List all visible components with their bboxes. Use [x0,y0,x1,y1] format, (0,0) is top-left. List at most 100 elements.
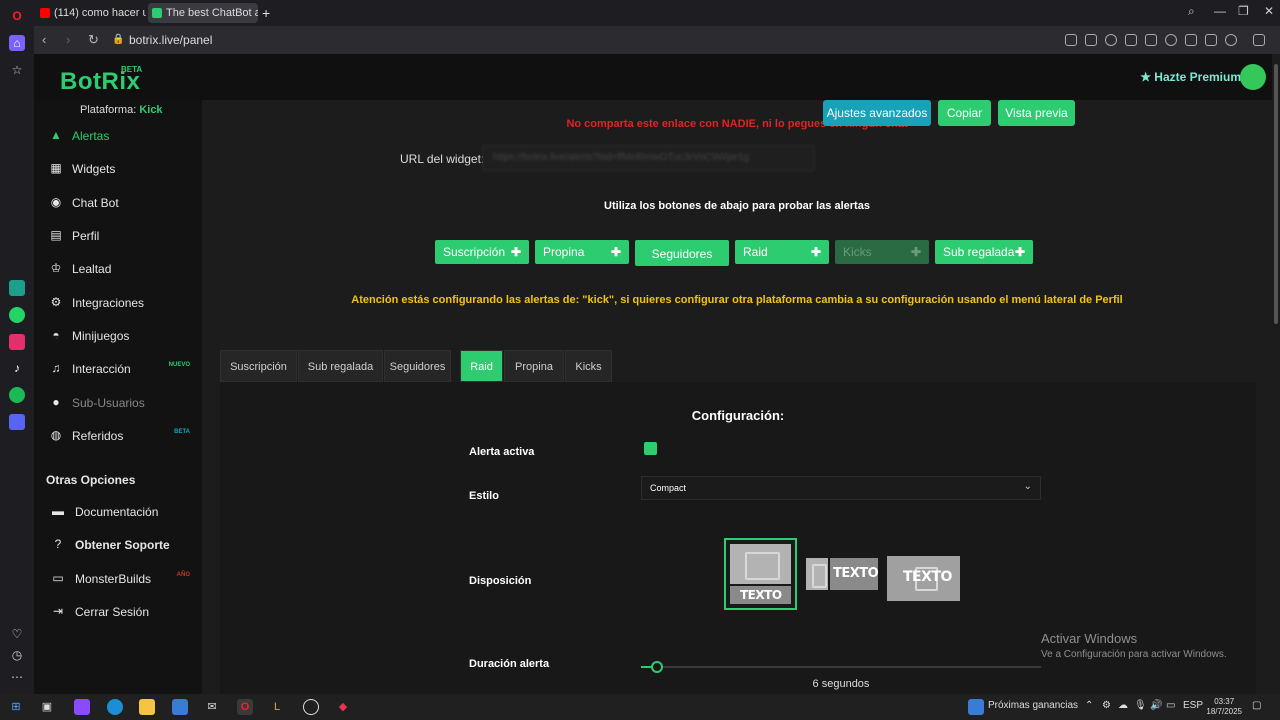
back-icon[interactable]: ‹ [42,32,46,47]
close-button[interactable]: ✕ [1264,4,1274,18]
sidebar-item-alertas[interactable]: ▲ Alertas [34,122,202,150]
maximize-button[interactable]: ❐ [1238,4,1249,18]
heart-outline-icon[interactable] [1165,34,1177,46]
copy-button[interactable]: Copiar [938,100,991,126]
heart-icon[interactable]: ♡ [9,626,25,642]
test-raid-button[interactable]: Raid ✚ [735,240,829,264]
sidebar-item-perfil[interactable]: ▤ Perfil [34,222,202,250]
opera-logo-icon[interactable]: O [9,8,25,24]
tab-youtube[interactable]: (114) como hacer un boo [36,3,146,23]
home-icon[interactable]: ⌂ [9,35,25,51]
duration-slider[interactable] [641,661,1041,673]
camera-icon[interactable] [1085,34,1097,46]
file-explorer-icon[interactable] [139,699,155,715]
star-icon[interactable]: ☆ [9,62,25,78]
style-select[interactable]: Compact ⌄ [641,476,1041,500]
tab-sub-regalada[interactable]: Sub regalada [298,350,383,382]
tab-seguidores[interactable]: Seguidores [384,350,451,382]
notifications-icon[interactable]: ▢ [1252,700,1261,711]
sidebar-item-integraciones[interactable]: ⚙ Integraciones [34,289,202,317]
alert-active-checkbox[interactable] [644,442,657,455]
premium-button[interactable]: ★ Hazte Premium [1140,70,1241,84]
sidebar-item-lealtad[interactable]: ♔ Lealtad [34,255,202,283]
store-icon[interactable] [172,699,188,715]
edge-icon[interactable] [107,699,123,715]
other-item-obtener-soporte[interactable]: ? Obtener Soporte [34,531,202,559]
system-clock[interactable]: 03:37 18/7/2025 [1206,697,1242,717]
url-input[interactable]: botrix.live/panel [129,33,212,47]
sidebar-item-referidos[interactable]: ◍ Referidos BETA [34,422,202,450]
test-suscripción-button[interactable]: Suscripción ✚ [435,240,529,264]
tab-propina[interactable]: Propina [504,350,564,382]
tray-network-icon[interactable]: ▭ [1166,700,1175,711]
reload-icon[interactable]: ↻ [88,32,99,48]
layout-option-overlay[interactable]: TEXTO [887,556,960,601]
instagram-icon[interactable] [9,334,25,350]
layout-option-side[interactable]: TEXTO [806,556,879,592]
history-icon[interactable]: ◷ [9,647,25,663]
chatgpt-icon[interactable] [9,280,25,296]
tray-mic-icon[interactable]: 🎙 [1134,700,1147,711]
opera-taskbar-icon[interactable]: O [237,699,253,715]
windows-start-icon[interactable]: ⊞ [8,699,24,715]
other-item-documentación[interactable]: ▬ Documentación [34,498,202,526]
tab-kicks[interactable]: Kicks [565,350,612,382]
news-widget-label[interactable]: Próximas ganancias [988,700,1078,711]
league-icon[interactable]: L [269,699,285,715]
discord-icon[interactable] [9,414,25,430]
tray-chevron-icon[interactable]: ⌃ [1085,700,1093,711]
monitor-icon: ▭ [52,571,64,585]
page-scrollbar[interactable] [1272,54,1280,694]
search-tabs-icon[interactable]: ⌕ [1188,4,1195,19]
minimize-button[interactable]: — [1214,4,1226,18]
edit-icon[interactable] [1065,34,1077,46]
preview-button[interactable]: Vista previa [998,100,1075,126]
scrollbar-thumb[interactable] [1274,64,1278,324]
valorant-icon[interactable]: ◆ [335,699,351,715]
test-seguidores-button[interactable]: Seguidores [635,240,729,266]
copilot-icon[interactable] [74,699,90,715]
avatar[interactable] [1240,64,1266,90]
test-kicks-button[interactable]: Kicks ✚ [835,240,929,264]
news-widget-icon[interactable] [968,699,984,715]
duration-value: 6 segundos [812,678,870,690]
input-language[interactable]: ESP [1183,700,1203,711]
menu-icon[interactable] [1205,34,1217,46]
whatsapp-icon[interactable] [9,307,25,323]
vpn-icon[interactable] [1125,34,1137,46]
mail-icon[interactable]: ✉ [204,699,220,715]
tab-botrix[interactable]: The best ChatBot and Wi [148,3,258,23]
spotify-icon[interactable] [9,387,25,403]
tiktok-icon[interactable]: ♪ [9,360,25,376]
other-item-cerrar-sesión[interactable]: ⇥ Cerrar Sesión [34,598,202,626]
botrix-app: BotRix BETA ★ Hazte Premium Plataforma: … [34,54,1272,694]
task-view-icon[interactable]: ▣ [39,699,55,715]
layout-option-stacked[interactable]: TEXTO [724,538,797,610]
address-bar: ‹ › ↻ 🔒 botrix.live/panel [34,26,1280,54]
obs-icon[interactable] [303,699,319,715]
other-item-monsterbuilds[interactable]: ▭ MonsterBuilds AÑO [34,565,202,593]
play-icon[interactable] [1145,34,1157,46]
test-propina-button[interactable]: Propina ✚ [535,240,629,264]
tray-cloud-icon[interactable]: ☁ [1118,700,1128,711]
forward-icon[interactable]: › [66,32,70,47]
tab-raid[interactable]: Raid [460,350,503,382]
sidebar-item-sub-usuarios[interactable]: ● Sub-Usuarios [34,389,202,417]
advanced-settings-button[interactable]: Ajustes avanzados [823,100,931,126]
slider-handle[interactable] [651,661,663,673]
sidebar-item-chat-bot[interactable]: ◉ Chat Bot [34,189,202,217]
sidebar-item-interacción[interactable]: ♫ Interacción NUEVO [34,355,202,383]
more-icon[interactable]: ⋯ [9,669,25,685]
tab-suscripción[interactable]: Suscripción [220,350,297,382]
sidebar-item-widgets[interactable]: ▦ Widgets [34,155,202,183]
tray-volume-icon[interactable]: 🔊 [1150,700,1162,711]
widget-url-field[interactable]: https://botrix.live/alerts?bid=ffMnf0mwD… [482,145,815,171]
tray-settings-icon[interactable]: ⚙ [1102,700,1111,711]
extensions-icon[interactable] [1253,34,1265,46]
new-tab-button[interactable]: + [260,3,274,23]
sidebar-item-minijuegos[interactable]: ◓ Minijuegos [34,322,202,350]
profile-icon[interactable] [1225,34,1237,46]
test-sub-regalada-button[interactable]: Sub regalada ✚ [935,240,1033,264]
shield-icon[interactable] [1105,34,1117,46]
download-icon[interactable] [1185,34,1197,46]
